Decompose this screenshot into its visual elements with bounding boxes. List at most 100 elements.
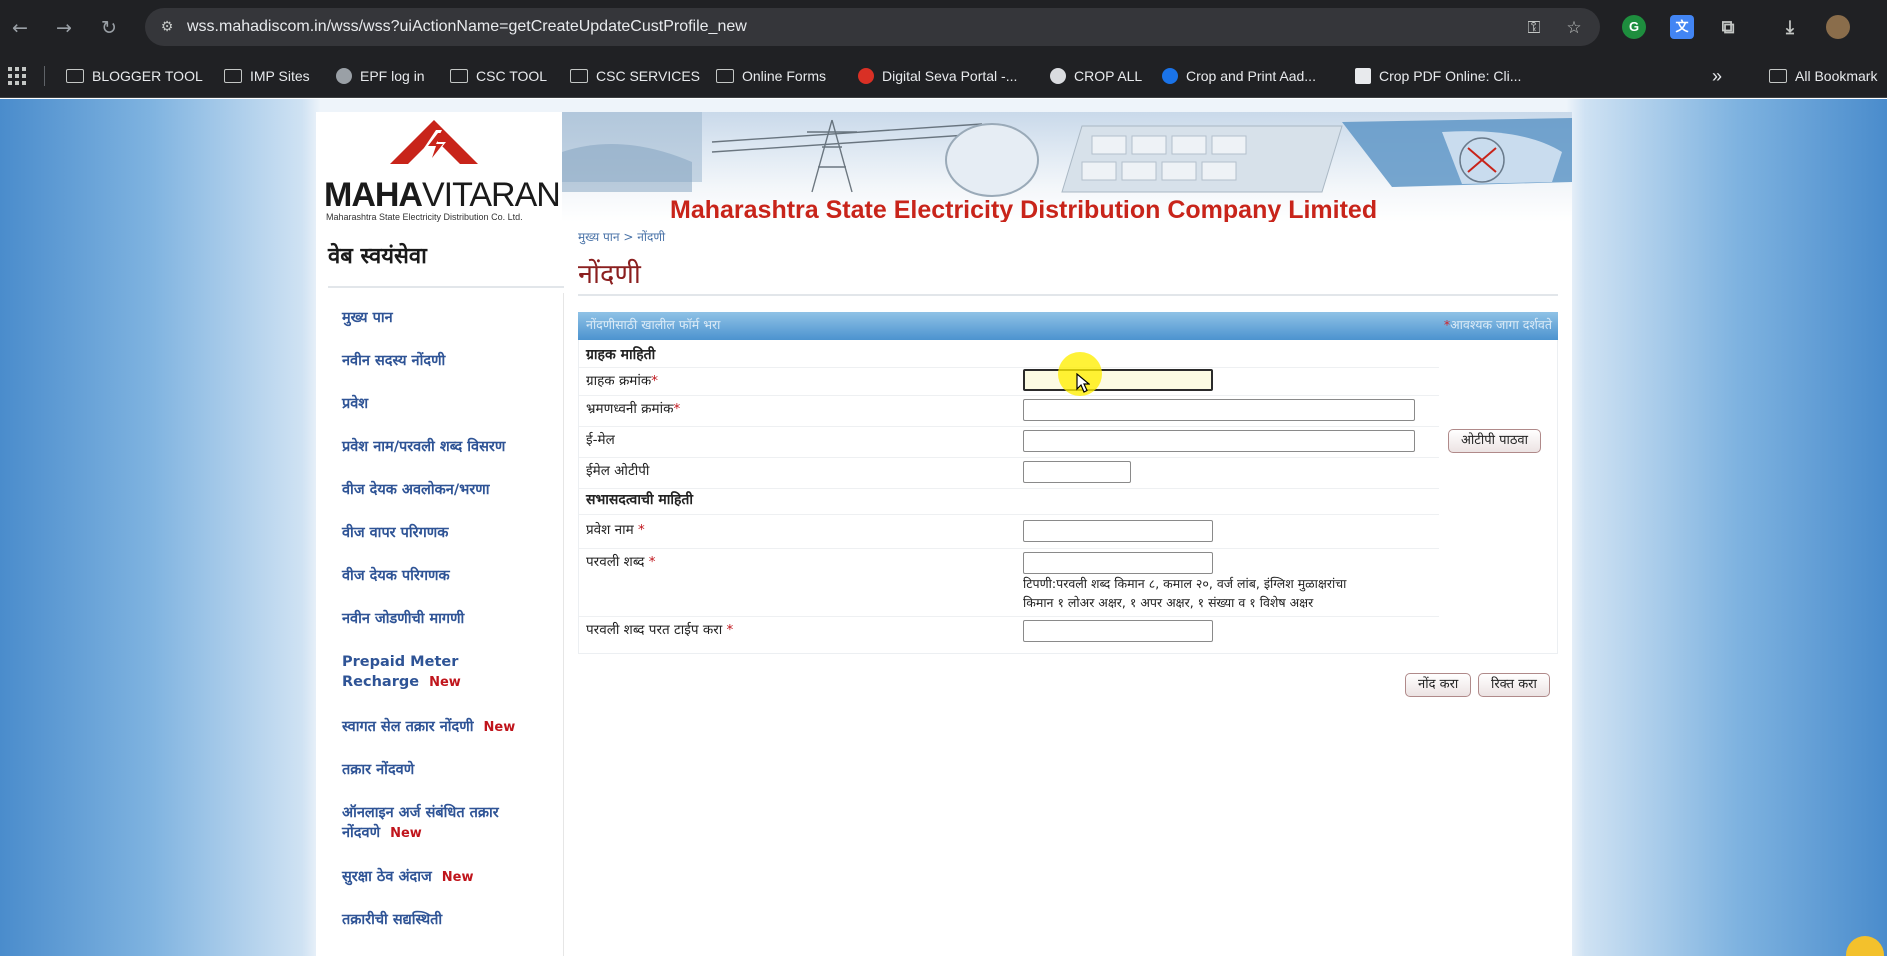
- sidebar-item-energy-calculator[interactable]: वीज वापर परिगणक: [342, 523, 448, 543]
- new-badge: New: [429, 675, 461, 690]
- bookmark-item[interactable]: BLOGGER TOOL: [66, 54, 203, 98]
- folder-icon: [716, 69, 734, 83]
- sidebar-item-bill-calculator[interactable]: वीज देयक परिगणक: [342, 566, 450, 586]
- page-viewport: MAHAVITARAN Maharashtra State Electricit…: [0, 99, 1887, 956]
- send-otp-button[interactable]: ओटीपी पाठवा: [1448, 429, 1542, 453]
- row-divider: [579, 514, 1439, 515]
- sidebar-nav: मुख्य पान नवीन सदस्य नोंदणी प्रवेश प्रवे…: [316, 293, 564, 956]
- label-text: भ्रमणध्वनी क्रमांक: [586, 401, 674, 417]
- required-star: *: [651, 373, 658, 389]
- logo-wordmark: MAHAVITARAN: [324, 176, 561, 215]
- password-input[interactable]: [1023, 552, 1213, 574]
- bookmark-label: Online Forms: [742, 68, 827, 84]
- lightning-logo-icon: [390, 120, 478, 164]
- consumer-number-input[interactable]: [1023, 369, 1213, 391]
- sidebar-item-register-complaint[interactable]: तक्रार नोंदवणे: [342, 760, 414, 780]
- bookmarks-overflow-button[interactable]: »: [1712, 54, 1722, 98]
- address-bar[interactable]: ⚙ wss.mahadiscom.in/wss/wss?uiActionName…: [145, 8, 1600, 46]
- bookmark-label: CSC SERVICES: [596, 68, 700, 84]
- back-arrow-icon[interactable]: ←: [7, 15, 33, 41]
- site-settings-icon[interactable]: ⚙: [157, 17, 177, 37]
- row-divider: [579, 395, 1439, 396]
- sidebar-item-new-connection[interactable]: नवीन जोडणीची मागणी: [342, 609, 464, 629]
- new-badge: New: [483, 720, 516, 735]
- bookmark-label: CROP ALL: [1074, 68, 1143, 84]
- sidebar-item-security-deposit-estimate[interactable]: सुरक्षा ठेव अंदाज New: [342, 867, 473, 888]
- bookmark-star-icon[interactable]: ☆: [1563, 17, 1585, 39]
- bookmarks-bar: BLOGGER TOOL IMP Sites EPF log in CSC TO…: [0, 54, 1887, 98]
- row-divider: [579, 426, 1439, 427]
- sidebar-item-prepaid-meter-recharge[interactable]: Prepaid Meter Recharge New: [342, 652, 461, 693]
- forward-arrow-icon[interactable]: →: [51, 15, 77, 41]
- sidebar-item-label: सुरक्षा ठेव अंदाज: [342, 869, 432, 885]
- login-name-input[interactable]: [1023, 520, 1213, 542]
- extensions-puzzle-icon[interactable]: ⧉: [1716, 15, 1740, 39]
- translate-extension-icon[interactable]: 文: [1670, 15, 1694, 39]
- email-otp-input[interactable]: [1023, 461, 1131, 483]
- folder-icon: [450, 69, 468, 83]
- site-favicon-icon: [858, 68, 874, 84]
- sidebar-item-welcome-cell-complaint[interactable]: स्वागत सेल तक्रार नोंदणी New: [342, 717, 515, 738]
- password-key-icon[interactable]: ⚿: [1523, 17, 1545, 39]
- bookmark-item[interactable]: IMP Sites: [224, 54, 310, 98]
- mobile-number-input[interactable]: [1023, 399, 1415, 421]
- download-icon[interactable]: ⤓: [1778, 15, 1802, 39]
- label-text: परवली शब्द परत टाईप करा: [586, 622, 727, 638]
- bookmark-item[interactable]: Online Forms: [716, 54, 826, 98]
- company-name: Maharashtra State Electricity Distributi…: [670, 196, 1378, 222]
- new-badge: New: [390, 826, 422, 841]
- sidebar-item-complaint-status[interactable]: तक्रारीची सद्यस्थिती: [342, 910, 442, 930]
- title-divider: [578, 294, 1558, 296]
- bookmark-item[interactable]: CSC SERVICES: [570, 54, 700, 98]
- mahavitaran-logo[interactable]: MAHAVITARAN Maharashtra State Electricit…: [324, 116, 564, 226]
- address-url[interactable]: wss.mahadiscom.in/wss/wss?uiActionName=g…: [187, 8, 747, 46]
- grammarly-extension-icon[interactable]: G: [1622, 15, 1646, 39]
- mobile-number-label: भ्रमणध्वनी क्रमांक*: [586, 399, 680, 417]
- retype-password-label: परवली शब्द परत टाईप करा *: [586, 620, 733, 638]
- consumer-number-label: ग्राहक क्रमांक*: [586, 371, 658, 389]
- bookmark-item[interactable]: CSC TOOL: [450, 54, 547, 98]
- sidebar-item-label: स्वागत सेल तक्रार नोंदणी: [342, 719, 474, 735]
- bookmark-item[interactable]: EPF log in: [336, 54, 425, 98]
- bookmark-item[interactable]: Crop and Print Aad...: [1162, 54, 1316, 98]
- sidebar-item-login[interactable]: प्रवेश: [342, 394, 368, 414]
- sidebar-item-home[interactable]: मुख्य पान: [342, 308, 393, 328]
- breadcrumb: मुख्य पान > नोंदणी: [578, 230, 666, 244]
- bookmark-item[interactable]: Digital Seva Portal -...: [858, 54, 1017, 98]
- site-favicon-icon: [1162, 68, 1178, 84]
- form-instruction: नोंदणीसाठी खालील फॉर्म भरा: [586, 317, 721, 332]
- sidebar-item-label: वीज देयक अवलोकन/भरणा: [342, 482, 490, 498]
- folder-icon: [66, 69, 84, 83]
- register-button[interactable]: नोंद करा: [1405, 673, 1472, 697]
- row-divider: [579, 548, 1439, 549]
- all-bookmarks-button[interactable]: All Bookmark: [1769, 54, 1877, 98]
- apps-grid-icon[interactable]: [8, 67, 26, 85]
- row-divider: [579, 457, 1439, 458]
- required-star: *: [673, 401, 681, 417]
- label-text: परवली शब्द: [586, 554, 649, 570]
- folder-icon: [1769, 69, 1787, 83]
- sidebar-item-label: प्रवेश नाम/परवली शब्द विसरण: [342, 439, 506, 455]
- section-member-info: सभासदत्वाची माहिती: [586, 492, 694, 508]
- reload-icon[interactable]: ↻: [96, 15, 122, 41]
- row-divider: [579, 367, 1439, 368]
- sidebar-item-view-pay-bill[interactable]: वीज देयक अवलोकन/भरणा: [342, 480, 490, 500]
- email-label: ई-मेल: [586, 432, 615, 448]
- email-input[interactable]: [1023, 430, 1415, 452]
- sidebar-item-label: मुख्य पान: [342, 310, 393, 326]
- bookmark-item[interactable]: Crop PDF Online: Cli...: [1355, 54, 1521, 98]
- sidebar-item-label: प्रवेश: [342, 396, 369, 412]
- bookmark-item[interactable]: CROP ALL: [1050, 54, 1142, 98]
- sidebar-item-online-application-complaint[interactable]: ऑनलाइन अर्ज संबंधित तक्रार नोंदवणे New: [342, 803, 499, 844]
- sidebar-item-forgot-login-password[interactable]: प्रवेश नाम/परवली शब्द विसरण: [342, 437, 505, 457]
- label-text: प्रवेश नाम: [586, 522, 639, 538]
- profile-avatar-icon[interactable]: [1826, 15, 1850, 39]
- site-title: वेब स्वयंसेवा: [328, 244, 427, 269]
- bookmark-label: Digital Seva Portal -...: [882, 68, 1018, 84]
- sidebar-item-label: Prepaid Meter: [342, 654, 459, 670]
- retype-password-input[interactable]: [1023, 620, 1213, 642]
- sidebar-item-new-member-registration[interactable]: नवीन सदस्य नोंदणी: [342, 351, 445, 371]
- clear-button[interactable]: रिक्त करा: [1478, 673, 1550, 697]
- globe-icon: [336, 68, 352, 84]
- sidebar-item-label: वीज देयक परिगणक: [342, 568, 450, 584]
